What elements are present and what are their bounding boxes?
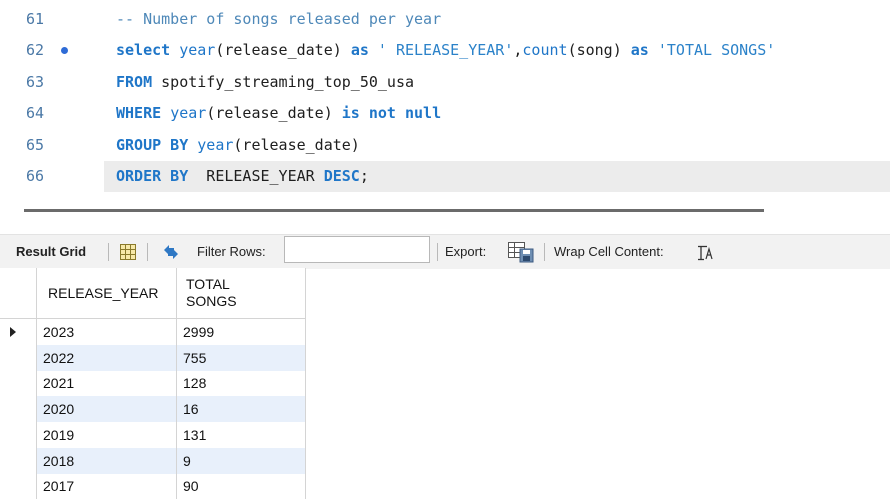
code-token: select: [116, 41, 180, 60]
cell-total-songs[interactable]: 16: [177, 396, 306, 423]
export-icon[interactable]: [507, 241, 535, 268]
cell-total-songs[interactable]: 128: [177, 370, 306, 397]
column-header-total-songs[interactable]: TOTAL SONGS: [177, 268, 306, 318]
cell-total-songs[interactable]: 9: [177, 447, 306, 474]
code-text: select year(release_date) as ' RELEASE_Y…: [116, 35, 775, 66]
cell-release-year[interactable]: 2022: [37, 344, 177, 371]
code-token: DESC: [323, 167, 360, 185]
code-token: 'TOTAL SONGS': [657, 41, 776, 60]
code-token: year: [179, 41, 216, 60]
grid-header: RELEASE_YEAR TOTAL SONGS: [0, 268, 306, 319]
code-token: ' RELEASE_YEAR': [377, 41, 514, 60]
table-row[interactable]: 2020 16: [0, 396, 306, 423]
cell-total-songs[interactable]: 131: [177, 421, 306, 448]
code-text: ORDER BY RELEASE_YEAR DESC;: [116, 161, 369, 192]
row-selector[interactable]: [0, 344, 37, 371]
cell-total-songs[interactable]: 90: [177, 473, 306, 500]
line-number: 61: [26, 10, 45, 28]
code-token: year: [197, 135, 234, 154]
code-token: WHERE: [116, 104, 171, 123]
code-token: (song): [567, 41, 631, 60]
code-text: GROUP BY year(release_date): [116, 130, 360, 161]
code-line[interactable]: 63 FROM spotify_streaming_top_50_usa: [0, 67, 890, 98]
code-token: ;: [359, 167, 369, 185]
code-token: count: [522, 41, 568, 60]
toolbar-divider: [437, 243, 438, 261]
cell-release-year[interactable]: 2020: [37, 396, 177, 423]
row-selector[interactable]: [0, 447, 37, 474]
statement-marker-icon[interactable]: [61, 47, 68, 55]
row-selector[interactable]: [0, 396, 37, 423]
cell-release-year[interactable]: 2019: [37, 421, 177, 448]
code-token: (release_date): [215, 41, 351, 60]
code-text: FROM spotify_streaming_top_50_usa: [116, 67, 414, 98]
code-token: FROM: [116, 72, 162, 91]
wrap-cell-content-label: Wrap Cell Content:: [554, 244, 664, 259]
grid-view-icon[interactable]: [119, 243, 137, 266]
table-row[interactable]: 2022 755: [0, 344, 306, 371]
cell-total-songs[interactable]: 755: [177, 344, 306, 371]
cell-release-year[interactable]: 2017: [37, 473, 177, 500]
table-row[interactable]: 2018 9: [0, 447, 306, 474]
toolbar-divider: [544, 243, 545, 261]
column-header-label: TOTAL SONGS: [186, 276, 237, 309]
line-number: 63: [26, 72, 45, 91]
code-token: RELEASE_YEAR: [197, 167, 324, 185]
code-token: year: [170, 104, 207, 123]
filter-rows-label: Filter Rows:: [197, 244, 266, 259]
row-selector[interactable]: [0, 421, 37, 448]
table-row[interactable]: 2023 2999: [0, 319, 306, 345]
line-number: 64: [26, 104, 45, 123]
cell-release-year[interactable]: 2023: [37, 319, 177, 345]
sql-editor[interactable]: 61 -- Number of songs released per year 62…: [0, 0, 890, 200]
code-token: is not null: [341, 104, 442, 123]
panel-splitter[interactable]: [24, 209, 764, 212]
toolbar-divider: [147, 243, 148, 261]
code-token: as: [630, 41, 658, 60]
row-selector-header[interactable]: [0, 268, 37, 318]
result-toolbar: Result Grid Filter Rows: Export: Wrap Ce…: [0, 234, 890, 269]
toolbar-divider: [108, 243, 109, 261]
code-line[interactable]: 62 select year(release_date) as ' RELEASE…: [0, 35, 890, 66]
code-line[interactable]: 66 ORDER BY RELEASE_YEAR DESC;: [26, 161, 890, 192]
export-label: Export:: [445, 244, 487, 259]
code-text: -- Number of songs released per year: [116, 4, 441, 35]
row-selector[interactable]: [0, 319, 37, 345]
line-number: 66: [26, 167, 45, 185]
code-token: GROUP BY: [116, 135, 198, 154]
row-selector[interactable]: [0, 473, 37, 500]
line-number: 62: [26, 41, 45, 60]
refresh-icon[interactable]: [160, 242, 182, 267]
code-token: as: [350, 41, 378, 60]
code-token: -- Number of songs released per year: [116, 10, 442, 28]
table-row[interactable]: 2021 128: [0, 370, 306, 397]
column-header-label: RELEASE_YEAR: [48, 285, 159, 301]
table-row[interactable]: 2017 90: [0, 473, 306, 500]
result-grid-tab[interactable]: Result Grid: [16, 235, 86, 269]
row-selector[interactable]: [0, 370, 37, 397]
code-token: spotify_streaming_top_50_usa: [161, 72, 415, 91]
row-pointer-icon: [10, 327, 16, 337]
column-header-release-year[interactable]: RELEASE_YEAR: [37, 268, 177, 318]
line-number: 65: [26, 135, 45, 154]
cell-release-year[interactable]: 2021: [37, 370, 177, 397]
table-row[interactable]: 2019 131: [0, 421, 306, 448]
code-token: ORDER BY: [116, 167, 198, 185]
cell-total-songs[interactable]: 2999: [177, 319, 306, 345]
code-line[interactable]: 61 -- Number of songs released per year: [0, 4, 890, 35]
cell-release-year[interactable]: 2018: [37, 447, 177, 474]
code-line[interactable]: 65 GROUP BY year(release_date): [0, 130, 890, 161]
wrap-text-icon[interactable]: [697, 245, 715, 266]
code-token: (release_date): [233, 135, 360, 154]
code-text: WHERE year(release_date) is not null: [116, 98, 441, 129]
code-token: (release_date): [206, 104, 342, 123]
code-line[interactable]: 64 WHERE year(release_date) is not null: [0, 98, 890, 129]
filter-rows-input[interactable]: [284, 236, 430, 263]
